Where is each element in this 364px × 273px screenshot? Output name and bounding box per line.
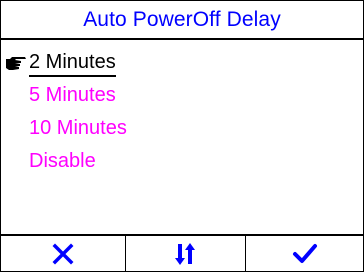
- confirm-softkey[interactable]: [245, 236, 363, 271]
- delay-option-list: 2 Minutes 5 Minutes 10 Minutes Disable: [1, 40, 363, 234]
- close-icon: [52, 243, 74, 264]
- checkmark-icon: [292, 243, 317, 263]
- device-screen: Auto PowerOff Delay 2 Minutes 5 Minutes …: [0, 0, 364, 272]
- menu-item-label: Disable: [29, 150, 96, 172]
- menu-item-10-minutes[interactable]: 10 Minutes: [1, 114, 363, 144]
- move-softkey[interactable]: [124, 236, 246, 271]
- screen-title: Auto PowerOff Delay: [1, 1, 363, 40]
- menu-item-disable[interactable]: Disable: [1, 147, 363, 177]
- menu-item-5-minutes[interactable]: 5 Minutes: [1, 81, 363, 111]
- menu-item-label: 5 Minutes: [29, 84, 116, 106]
- cancel-softkey[interactable]: [1, 236, 125, 271]
- softkey-bar: [1, 234, 363, 273]
- menu-item-label: 2 Minutes: [29, 50, 116, 77]
- menu-item-2-minutes[interactable]: 2 Minutes: [1, 48, 363, 78]
- menu-item-label: 10 Minutes: [29, 117, 127, 139]
- sort-arrows-icon: [175, 242, 196, 265]
- pointing-hand-icon: [6, 57, 26, 70]
